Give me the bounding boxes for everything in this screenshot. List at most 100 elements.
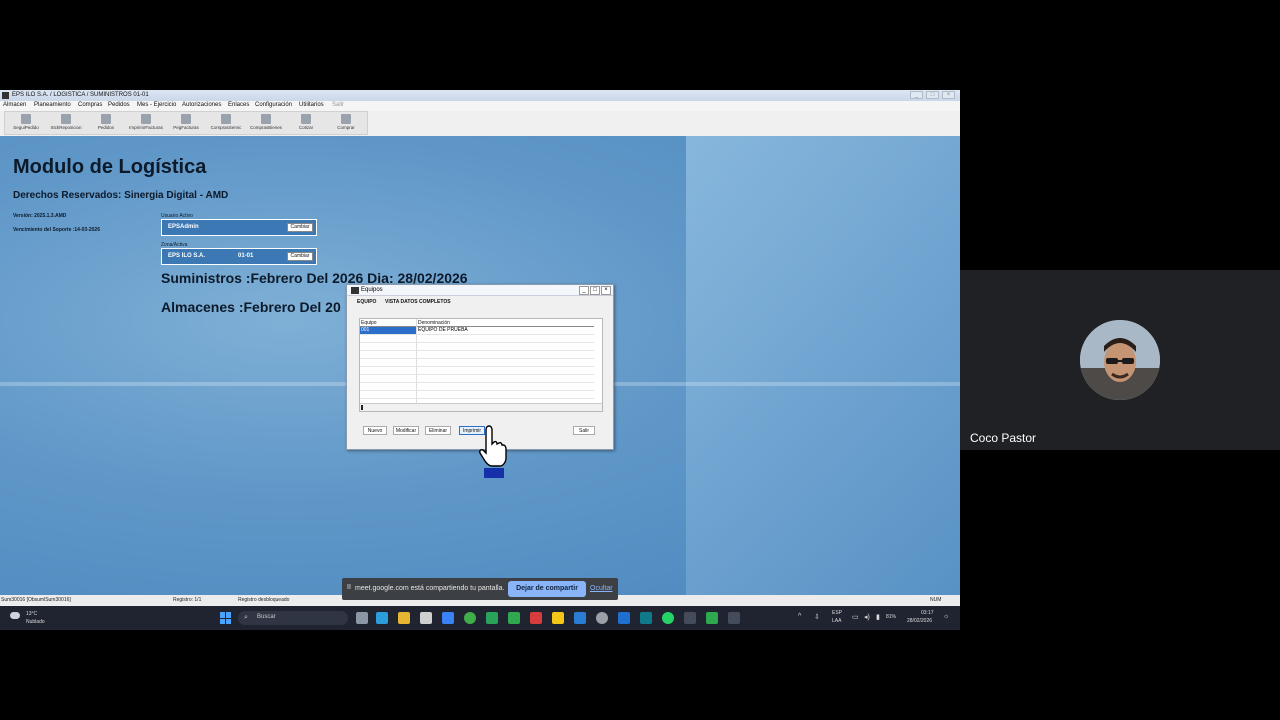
xbox-icon[interactable] [464, 612, 476, 624]
toolbar-seguipedido-button[interactable]: SeguiPedido [7, 113, 45, 134]
toolbar-comprar-button[interactable]: Comprar [327, 113, 365, 134]
tab-equipo[interactable]: EQUIPO [357, 299, 376, 305]
active-zone-box: EPS ILO S.A. 01-01 Cambiar [161, 248, 317, 265]
active-zone-value: EPS ILO S.A. [168, 253, 206, 259]
network-icon[interactable]: ▭ [852, 613, 859, 621]
weather-temp: 13°C [26, 611, 38, 617]
hand-cursor-icon [479, 425, 507, 478]
imprimirfacturas-icon [141, 114, 151, 124]
logistica-window-icon[interactable] [728, 612, 740, 624]
menu-pedidos[interactable]: Pedidos [108, 102, 130, 108]
support-expiry-text: Vencimiento del Soporte :14-03-2026 [13, 227, 100, 233]
excel-icon[interactable] [508, 612, 520, 624]
toolbar-stckreposicion-button[interactable]: StckReposicion [47, 113, 85, 134]
toolbar-pegfacturas-button[interactable]: PegFacturas [167, 113, 205, 134]
weather-text: Nublado [26, 619, 45, 625]
calendar-icon[interactable] [442, 612, 454, 624]
comprasservic-icon [221, 114, 231, 124]
equipos-grid: Equipo Denominación 001 EQUIPO DE PRUEBA [359, 318, 603, 412]
rights-text: Derechos Reservados: Sinergia Digital - … [13, 190, 229, 201]
usb-icon[interactable]: ⇩ [814, 613, 820, 621]
minimize-icon[interactable]: _ [910, 91, 923, 99]
seguipedido-icon [21, 114, 31, 124]
menu-utilitarios[interactable]: Utilitarios [299, 102, 324, 108]
battery-icon[interactable]: ▮ [876, 613, 880, 621]
notification-icon[interactable]: ☼ [943, 613, 949, 620]
pause-icon: II [347, 584, 351, 591]
empty-row [360, 367, 594, 375]
toolbar-imprimirfacturas-button[interactable]: ImprimirFacturas [127, 113, 165, 134]
empty-row [360, 343, 594, 351]
tab-vista-datos-completos[interactable]: VISTA DATOS COMPLETOS [385, 299, 451, 305]
exit-button[interactable]: Salir [573, 426, 595, 435]
change-user-button[interactable]: Cambiar [287, 223, 313, 232]
dialog-maximize-icon[interactable]: □ [590, 286, 600, 295]
start-button[interactable] [220, 612, 232, 624]
grid-header: Equipo Denominación [360, 319, 594, 327]
empty-row [360, 351, 594, 359]
background-panel [686, 136, 960, 596]
column-denominacion: Denominación [418, 320, 450, 326]
stckreposicion-icon [61, 114, 71, 124]
clock-time[interactable]: 03:17 [921, 610, 934, 616]
visual-studio-icon[interactable] [574, 612, 586, 624]
menu-planeamiento[interactable]: Planeamiento [34, 102, 71, 108]
language-code[interactable]: ESP [832, 610, 842, 616]
scroll-thumb[interactable] [361, 405, 363, 410]
store-icon[interactable] [420, 612, 432, 624]
empty-row [360, 335, 594, 343]
file-explorer-icon[interactable] [398, 612, 410, 624]
menu-mes-ejercicio[interactable]: Mes - Ejercicio [137, 102, 176, 108]
menu-autorizaciones[interactable]: Autorizaciones [182, 102, 221, 108]
menu-enlaces[interactable]: Enlaces [228, 102, 249, 108]
change-zone-button[interactable]: Cambiar [287, 252, 313, 261]
toolbar-comprasbienes-button[interactable]: ComprasBienes [247, 113, 285, 134]
volume-icon[interactable]: ◂) [864, 613, 870, 621]
dialog-minimize-icon[interactable]: _ [579, 286, 589, 295]
maximize-icon[interactable]: □ [926, 91, 939, 99]
toolbar-pedidos-button[interactable]: Pedidos [87, 113, 125, 134]
language-layout[interactable]: LAA [832, 618, 841, 624]
app-title: EPS ILO S.A. / LOGISTICA / SUMINISTROS 0… [12, 92, 149, 98]
toolbar-comprasservic-button[interactable]: ComprasServic [207, 113, 245, 134]
table-row[interactable]: 001 EQUIPO DE PRUEBA [360, 327, 594, 335]
menu-compras[interactable]: Compras [78, 102, 102, 108]
menu-almacen[interactable]: Almacen [3, 102, 26, 108]
excel-window-icon[interactable] [706, 612, 718, 624]
edge-icon[interactable] [376, 612, 388, 624]
dialog-titlebar: Equipos _ □ × [347, 285, 613, 296]
clock-date[interactable]: 28/02/2026 [907, 618, 932, 624]
empty-row [360, 383, 594, 391]
outlook-icon[interactable] [618, 612, 630, 624]
close-icon[interactable]: × [942, 91, 955, 99]
whatsapp-icon[interactable] [662, 612, 674, 624]
task-view-icon[interactable] [356, 612, 368, 624]
hide-banner-link[interactable]: Ocultar [590, 585, 613, 592]
dialog-close-icon[interactable]: × [601, 286, 611, 295]
app-window-icon[interactable] [684, 612, 696, 624]
gamepass-icon[interactable] [486, 612, 498, 624]
chevron-up-icon[interactable]: ^ [798, 613, 801, 620]
settings-icon[interactable] [596, 612, 608, 624]
menu-configuracion[interactable]: Configuración [255, 102, 292, 108]
status-db: Sum30016 [ObsumlSum30016] [1, 597, 71, 603]
toolbar-cotizar-button[interactable]: Cotizar [287, 113, 325, 134]
edit-button[interactable]: Modificar [393, 426, 419, 435]
participant-tile: Coco Pastor [960, 270, 1280, 450]
cell-denominacion: EQUIPO DE PRUEBA [418, 327, 468, 333]
dialog-title: Equipos [361, 287, 383, 293]
notes-icon[interactable] [552, 612, 564, 624]
horizontal-scrollbar[interactable] [360, 403, 602, 411]
delete-button[interactable]: Eliminar [425, 426, 451, 435]
menu-salir[interactable]: Salir [332, 102, 344, 108]
search-placeholder: Buscar [257, 614, 276, 620]
new-button[interactable]: Nuevo [363, 426, 387, 435]
edge-dev-icon[interactable] [640, 612, 652, 624]
empty-row [360, 359, 594, 367]
stop-sharing-button[interactable]: Dejar de compartir [508, 581, 586, 597]
taskbar-search[interactable]: ⌕ Buscar [238, 611, 348, 625]
office-icon[interactable] [530, 612, 542, 624]
module-title: Modulo de Logística [13, 156, 207, 178]
status-lock: Registro desbloqueado [238, 597, 290, 603]
dialog-app-icon [351, 287, 359, 294]
